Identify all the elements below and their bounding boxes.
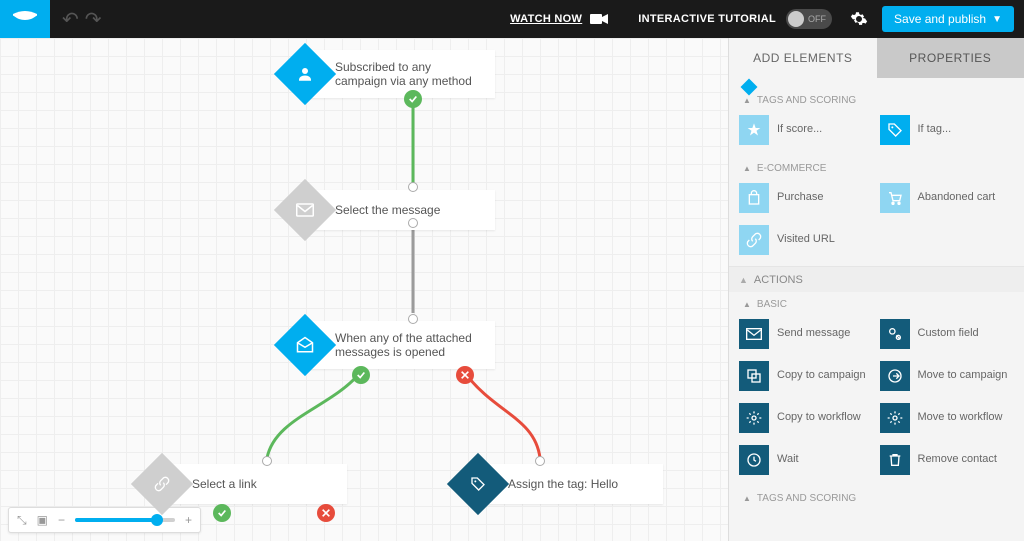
status-success-icon[interactable] bbox=[352, 366, 370, 384]
video-icon bbox=[590, 13, 608, 25]
zoom-slider[interactable] bbox=[75, 518, 175, 522]
star-icon bbox=[739, 115, 769, 145]
status-success-icon[interactable] bbox=[213, 504, 231, 522]
zoom-in-button[interactable]: + bbox=[185, 513, 192, 527]
save-publish-label: Save and publish bbox=[894, 12, 986, 26]
copy-icon bbox=[739, 361, 769, 391]
connector-dot[interactable] bbox=[408, 182, 418, 192]
zoom-toolbar: ⤡ ▣ − + bbox=[8, 507, 201, 533]
clock-icon bbox=[739, 445, 769, 475]
tile-custom-field[interactable]: Custom field bbox=[880, 316, 1015, 352]
condition-preview-fragment bbox=[729, 78, 1024, 88]
tile-move-workflow[interactable]: Move to workflow bbox=[880, 400, 1015, 436]
collapse-icon[interactable]: ⤡ bbox=[17, 513, 27, 528]
tile-copy-workflow[interactable]: Copy to workflow bbox=[739, 400, 874, 436]
app-logo[interactable] bbox=[0, 0, 50, 38]
subheader-basic[interactable]: ▲BASIC bbox=[729, 292, 1024, 316]
bag-icon bbox=[739, 183, 769, 213]
tutorial-label: INTERACTIVE TUTORIAL bbox=[638, 13, 776, 25]
connector-dot[interactable] bbox=[408, 314, 418, 324]
node-select-message[interactable]: Select the message bbox=[283, 188, 495, 232]
subheader-tags-scoring[interactable]: ▲TAGS AND SCORING bbox=[729, 88, 1024, 112]
tile-copy-campaign[interactable]: Copy to campaign bbox=[739, 358, 874, 394]
move-icon bbox=[880, 361, 910, 391]
watch-now-link[interactable]: WATCH NOW bbox=[510, 13, 582, 25]
settings-button[interactable] bbox=[850, 10, 868, 28]
status-fail-icon[interactable] bbox=[317, 504, 335, 522]
connector-dot[interactable] bbox=[262, 456, 272, 466]
gear-icon bbox=[880, 403, 910, 433]
status-success-icon[interactable] bbox=[404, 90, 422, 108]
tile-remove-contact[interactable]: Remove contact bbox=[880, 442, 1015, 478]
node-subscribed[interactable]: Subscribed to any campaign via any metho… bbox=[283, 50, 495, 98]
tile-move-campaign[interactable]: Move to campaign bbox=[880, 358, 1015, 394]
field-icon bbox=[880, 319, 910, 349]
tile-wait[interactable]: Wait bbox=[739, 442, 874, 478]
workflow-canvas[interactable]: Subscribed to any campaign via any metho… bbox=[0, 38, 728, 541]
save-publish-button[interactable]: Save and publish ▼ bbox=[882, 6, 1014, 32]
mail-icon bbox=[274, 179, 336, 241]
node-select-link[interactable]: Select a link bbox=[140, 462, 347, 506]
gear-icon bbox=[739, 403, 769, 433]
redo-button[interactable]: ↷ bbox=[85, 7, 102, 32]
tile-if-score[interactable]: If score... bbox=[739, 112, 874, 148]
mail-icon bbox=[739, 319, 769, 349]
tile-visited-url[interactable]: Visited URL bbox=[739, 222, 874, 258]
tab-add-elements[interactable]: ADD ELEMENTS bbox=[729, 38, 877, 78]
node-assign-tag[interactable]: Assign the tag: Hello bbox=[456, 462, 663, 506]
toggle-state-text: OFF bbox=[808, 14, 826, 24]
tab-properties[interactable]: PROPERTIES bbox=[877, 38, 1024, 78]
sidebar: ADD ELEMENTS PROPERTIES ▲TAGS AND SCORIN… bbox=[728, 38, 1024, 541]
connector-dot[interactable] bbox=[535, 456, 545, 466]
link-icon bbox=[131, 453, 193, 515]
tile-purchase[interactable]: Purchase bbox=[739, 180, 874, 216]
trash-icon bbox=[880, 445, 910, 475]
tile-abandoned-cart[interactable]: Abandoned cart bbox=[880, 180, 1015, 216]
undo-button[interactable]: ↶ bbox=[62, 7, 79, 32]
node-message-opened[interactable]: When any of the attached messages is ope… bbox=[283, 321, 495, 369]
fit-icon[interactable]: ▣ bbox=[37, 513, 48, 527]
connector-dot[interactable] bbox=[408, 218, 418, 228]
zoom-out-button[interactable]: − bbox=[58, 513, 65, 527]
status-fail-icon[interactable] bbox=[456, 366, 474, 384]
tile-if-tag[interactable]: If tag... bbox=[880, 112, 1015, 148]
cart-icon bbox=[880, 183, 910, 213]
tag-icon bbox=[447, 453, 509, 515]
tag-icon bbox=[880, 115, 910, 145]
topbar: ↶ ↷ WATCH NOW INTERACTIVE TUTORIAL OFF S… bbox=[0, 0, 1024, 38]
tutorial-toggle[interactable]: OFF bbox=[786, 9, 832, 29]
tile-send-message[interactable]: Send message bbox=[739, 316, 874, 352]
subheader-tags-scoring-actions[interactable]: ▲TAGS AND SCORING bbox=[729, 486, 1024, 510]
header-actions[interactable]: ▲ACTIONS bbox=[729, 266, 1024, 292]
subheader-ecommerce[interactable]: ▲E-COMMERCE bbox=[729, 156, 1024, 180]
chevron-down-icon: ▼ bbox=[992, 14, 1002, 25]
link-icon bbox=[739, 225, 769, 255]
